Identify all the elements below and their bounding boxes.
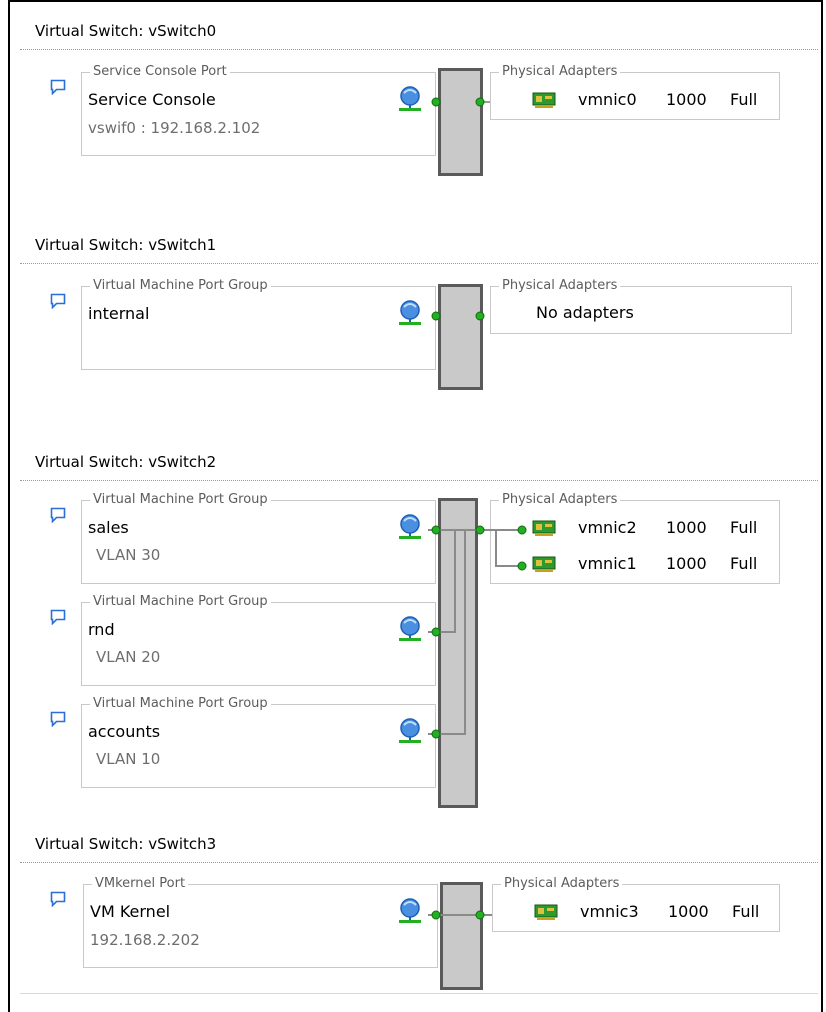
- portgroup-legend: Virtual Machine Port Group: [90, 696, 271, 712]
- portgroup-name: rnd: [88, 620, 115, 639]
- vmkernel-port-group[interactable]: VMkernel Port VM Kernel 192.168.2.202: [83, 876, 438, 968]
- no-adapters-label: No adapters: [536, 303, 634, 322]
- adapter-vmnic2-speed: 1000: [666, 518, 707, 537]
- network-globe-icon: [399, 718, 421, 743]
- adapter-vmnic0-duplex: Full: [730, 90, 758, 109]
- adapter-vmnic3-name[interactable]: vmnic3: [580, 902, 639, 921]
- vswitch2-switch: [438, 498, 478, 808]
- network-card-icon: [532, 520, 556, 536]
- vswitch0-switch: [438, 68, 483, 176]
- adapters-legend: Physical Adapters: [499, 64, 621, 80]
- sales-port-group[interactable]: Virtual Machine Port Group sales VLAN 30: [81, 492, 436, 584]
- portgroup-name: VM Kernel: [90, 902, 171, 921]
- adapter-vmnic1-speed: 1000: [666, 554, 707, 573]
- service-console-port-group[interactable]: Service Console Port Service Console vsw…: [81, 64, 436, 156]
- network-globe-icon: [399, 514, 421, 539]
- network-globe-icon: [399, 300, 421, 325]
- vswitch1-title: Virtual Switch: vSwitch1: [35, 236, 217, 254]
- comment-bubble-icon[interactable]: [50, 293, 66, 309]
- adapter-vmnic0-speed: 1000: [666, 90, 707, 109]
- portgroup-legend: VMkernel Port: [92, 876, 189, 892]
- network-card-icon: [532, 556, 556, 572]
- network-globe-icon: [399, 616, 421, 641]
- portgroup-address: vswif0 : 192.168.2.102: [88, 119, 261, 137]
- accounts-port-group[interactable]: Virtual Machine Port Group accounts VLAN…: [81, 696, 436, 788]
- adapters-legend: Physical Adapters: [499, 278, 621, 294]
- vswitch2-separator: [20, 480, 818, 481]
- comment-bubble-icon[interactable]: [50, 507, 66, 523]
- network-card-icon: [532, 92, 556, 108]
- adapters-legend: Physical Adapters: [499, 492, 621, 508]
- vswitch2-title: Virtual Switch: vSwitch2: [35, 453, 217, 471]
- vswitch3-title: Virtual Switch: vSwitch3: [35, 835, 217, 853]
- comment-bubble-icon[interactable]: [50, 79, 66, 95]
- vswitch3-switch: [440, 882, 483, 990]
- portgroup-legend: Service Console Port: [90, 64, 230, 80]
- adapter-vmnic0-name[interactable]: vmnic0: [578, 90, 637, 109]
- portgroup-name: Service Console: [88, 90, 216, 109]
- portgroup-name: accounts: [88, 722, 161, 741]
- vswitch3-separator: [20, 862, 818, 863]
- comment-bubble-icon[interactable]: [50, 711, 66, 727]
- network-card-icon: [534, 904, 558, 920]
- adapter-vmnic3-duplex: Full: [732, 902, 760, 921]
- portgroup-name: sales: [88, 518, 129, 537]
- portgroup-legend: Virtual Machine Port Group: [90, 492, 271, 508]
- portgroup-legend: Virtual Machine Port Group: [90, 278, 271, 294]
- portgroup-vlan: VLAN 10: [96, 750, 161, 768]
- rnd-port-group[interactable]: Virtual Machine Port Group rnd VLAN 20: [81, 594, 436, 686]
- network-globe-icon: [399, 898, 421, 923]
- portgroup-name: internal: [88, 304, 150, 323]
- adapter-vmnic2-duplex: Full: [730, 518, 758, 537]
- vswitch0-separator: [20, 49, 818, 50]
- adapters-legend: Physical Adapters: [501, 876, 623, 892]
- vswitch1-separator: [20, 263, 818, 264]
- adapter-vmnic1-name[interactable]: vmnic1: [578, 554, 637, 573]
- comment-bubble-icon[interactable]: [50, 891, 66, 907]
- vswitch0-title: Virtual Switch: vSwitch0: [35, 22, 217, 40]
- portgroup-legend: Virtual Machine Port Group: [90, 594, 271, 610]
- comment-bubble-icon[interactable]: [50, 609, 66, 625]
- adapter-vmnic1-duplex: Full: [730, 554, 758, 573]
- bottom-separator: [20, 993, 818, 994]
- adapter-vmnic3-speed: 1000: [668, 902, 709, 921]
- portgroup-vlan: VLAN 30: [96, 546, 161, 564]
- internal-port-group[interactable]: Virtual Machine Port Group internal: [81, 278, 436, 370]
- portgroup-address: 192.168.2.202: [90, 931, 200, 949]
- network-globe-icon: [399, 86, 421, 111]
- vswitch1-switch: [438, 284, 483, 390]
- portgroup-vlan: VLAN 20: [96, 648, 161, 666]
- adapter-vmnic2-name[interactable]: vmnic2: [578, 518, 637, 537]
